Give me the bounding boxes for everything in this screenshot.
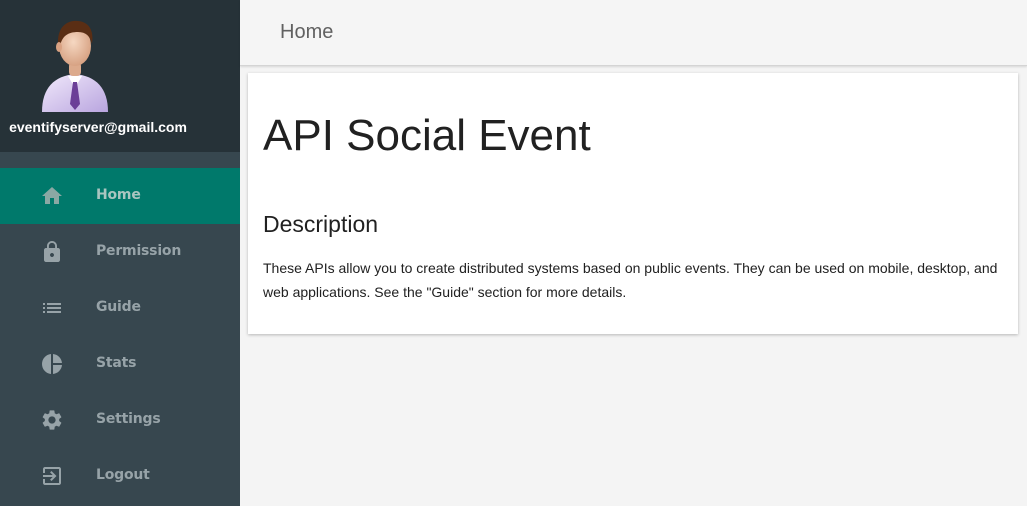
sidebar-item-stats[interactable]: Stats (0, 336, 240, 392)
sidebar-item-label: Settings (96, 411, 161, 427)
sidebar-item-label: Stats (96, 355, 137, 371)
sidebar-item-permission[interactable]: Permission (0, 224, 240, 280)
top-bar: Home (240, 0, 1027, 66)
avatar[interactable] (38, 16, 112, 114)
description-text: These APIs allow you to create distribut… (263, 260, 998, 300)
page-title: Home (280, 21, 334, 43)
sidebar-item-label: Permission (96, 243, 182, 259)
home-icon (40, 184, 64, 208)
pie-chart-icon (40, 352, 64, 376)
sidebar-item-logout[interactable]: Logout (0, 448, 240, 504)
section-heading: Description (263, 211, 379, 237)
sidebar-item-settings[interactable]: Settings (0, 392, 240, 448)
sidebar-item-label: Home (96, 187, 141, 203)
user-profile: eventifyserver@gmail.com (0, 0, 240, 152)
sidebar-item-label: Logout (96, 467, 150, 483)
logout-icon (40, 464, 64, 488)
lock-icon (40, 240, 64, 264)
api-title: API Social Event (263, 111, 591, 160)
content-card: API Social Event Description These APIs … (248, 73, 1018, 334)
sidebar-item-home[interactable]: Home (0, 168, 240, 224)
user-email: eventifyserver@gmail.com (9, 119, 187, 135)
list-icon (40, 296, 64, 320)
sidebar: eventifyserver@gmail.com Home Permission… (0, 0, 240, 506)
gear-icon (40, 408, 64, 432)
sidebar-nav: Home Permission Guide Stats Settings Log… (0, 168, 240, 504)
sidebar-item-guide[interactable]: Guide (0, 280, 240, 336)
sidebar-item-label: Guide (96, 299, 141, 315)
